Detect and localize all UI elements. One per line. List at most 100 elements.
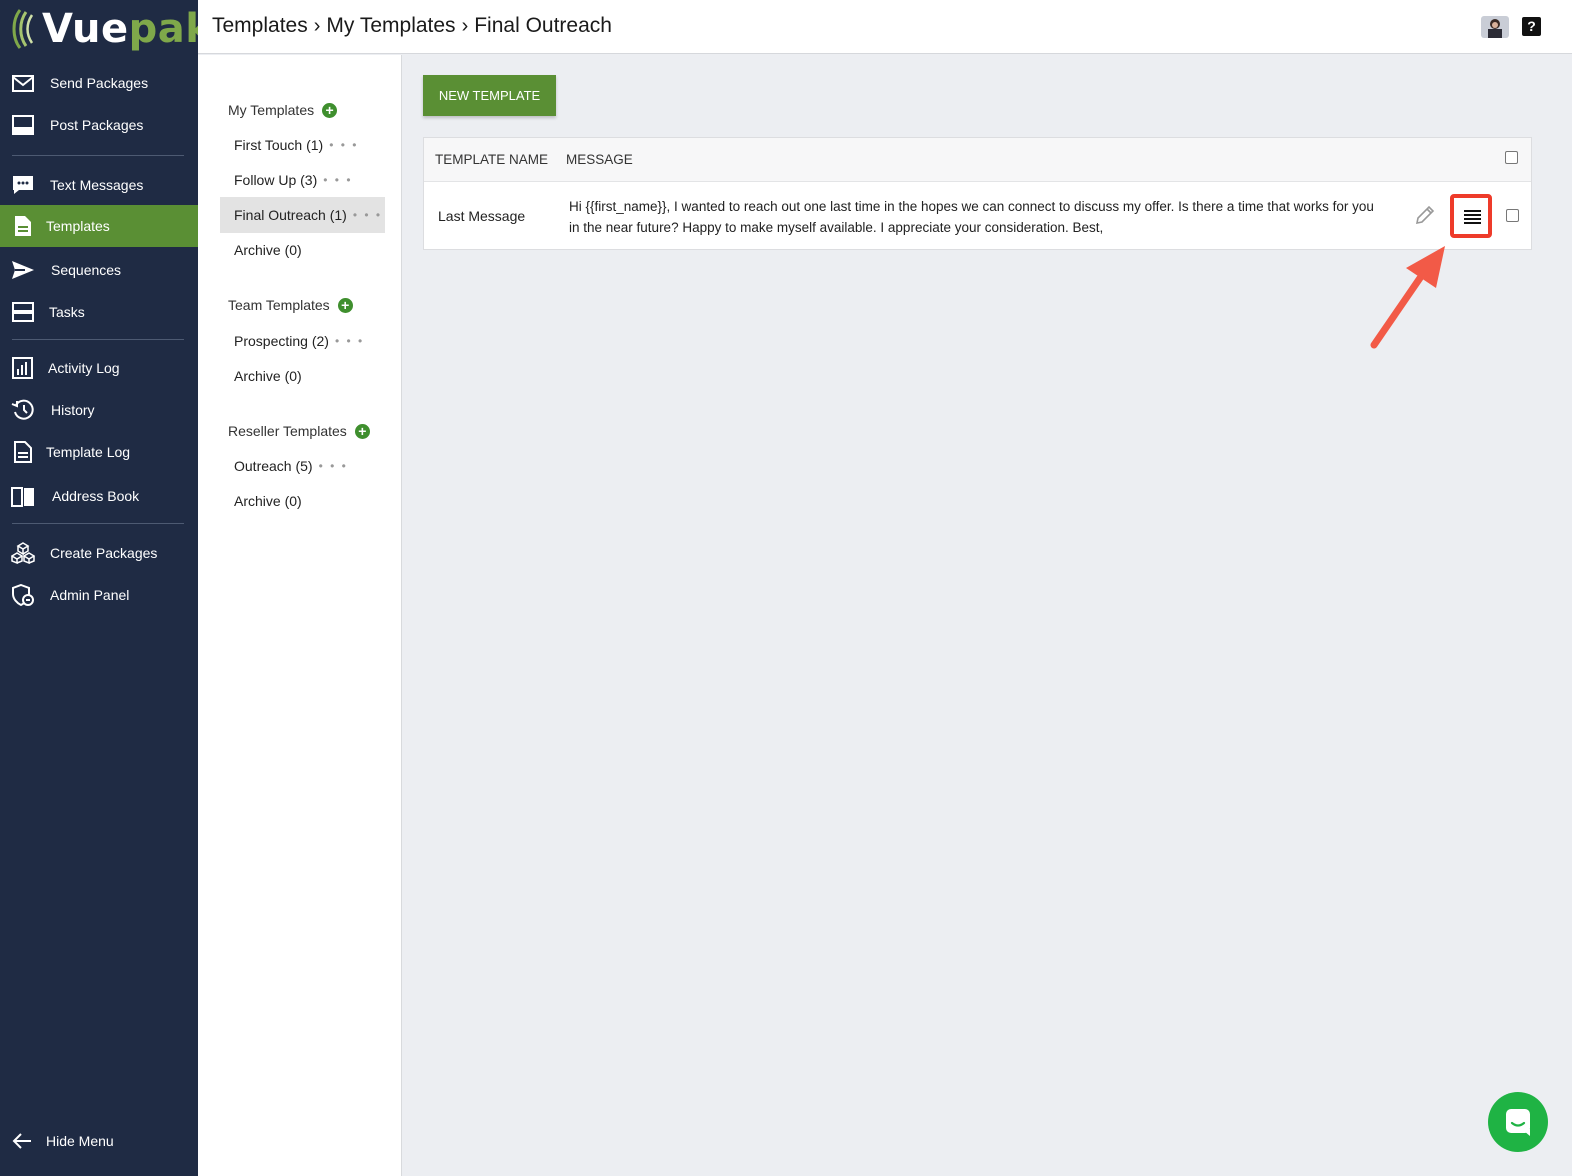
nav-label: History [51, 402, 95, 418]
nav-label: Admin Panel [50, 587, 130, 603]
nav-label: Sequences [51, 262, 122, 278]
folder-prospecting[interactable]: Prospecting (2) • • • [220, 323, 385, 359]
breadcrumb-templates[interactable]: Templates [212, 14, 308, 38]
mail-icon [12, 75, 34, 92]
help-icon[interactable]: ? [1522, 17, 1541, 36]
folder-final-outreach[interactable]: Final Outreach (1) • • • [220, 197, 385, 233]
inbox-icon [12, 115, 34, 135]
nav-label: Address Book [52, 488, 140, 504]
chat-icon [1506, 1109, 1530, 1136]
nav-label: Text Messages [50, 177, 144, 193]
hide-menu-label: Hide Menu [46, 1133, 114, 1149]
document-icon [15, 216, 31, 236]
add-folder-icon[interactable]: + [354, 423, 370, 439]
nav-template-log[interactable]: Template Log [0, 431, 198, 473]
nav-post-packages[interactable]: Post Packages [0, 104, 198, 146]
top-header: Templates › My Templates › Final Outreac… [198, 0, 1572, 54]
folder-archive[interactable]: Archive (0) [220, 358, 385, 394]
book-icon [11, 487, 34, 507]
reseller-templates-group: Reseller Templates + [228, 423, 370, 439]
chat-icon [13, 176, 33, 194]
nav-label: Tasks [49, 304, 85, 320]
folder-follow-up[interactable]: Follow Up (3) • • • [220, 162, 385, 198]
nav-divider [12, 155, 184, 156]
admin-icon [12, 584, 34, 606]
group-title: My Templates [228, 102, 315, 118]
more-options-icon[interactable]: • • • [335, 334, 364, 348]
nav-divider [12, 523, 184, 524]
history-icon [11, 399, 34, 420]
arrow-left-icon [12, 1133, 31, 1149]
hamburger-menu-icon[interactable] [1450, 194, 1492, 238]
more-options-icon[interactable]: • • • [329, 138, 358, 152]
nav-label: Send Packages [50, 75, 149, 91]
folder-archive[interactable]: Archive (0) [220, 483, 385, 519]
nav-send-packages[interactable]: Send Packages [0, 62, 198, 104]
nav-label: Activity Log [48, 360, 120, 376]
logo-text-vue: Vue [42, 6, 129, 52]
nav-address-book[interactable]: Address Book [0, 475, 198, 517]
nav-admin-panel[interactable]: Admin Panel [0, 574, 198, 616]
my-templates-group: My Templates + [228, 102, 338, 118]
folder-first-touch[interactable]: First Touch (1) • • • [220, 127, 385, 163]
nav-text-messages[interactable]: Text Messages [0, 164, 198, 206]
folder-label: Prospecting (2) [234, 333, 329, 349]
add-folder-icon[interactable]: + [337, 297, 353, 313]
team-templates-group: Team Templates + [228, 297, 353, 313]
column-template-name[interactable]: TEMPLATE NAME [435, 152, 548, 167]
breadcrumb-final-outreach: Final Outreach [474, 14, 612, 37]
breadcrumb-chevron-icon: › [461, 14, 469, 37]
column-message[interactable]: MESSAGE [566, 152, 633, 167]
chat-launcher-button[interactable] [1488, 1092, 1548, 1152]
chart-icon [12, 357, 33, 379]
document-icon [14, 441, 32, 463]
nav-label: Post Packages [50, 117, 144, 133]
user-avatar[interactable] [1481, 16, 1509, 38]
template-message-cell: Hi {{first_name}}, I wanted to reach out… [569, 199, 1374, 235]
breadcrumb-my-templates[interactable]: My Templates [326, 14, 455, 38]
folder-label: Archive (0) [234, 368, 302, 384]
logo-swoosh-icon [12, 9, 34, 49]
template-name-cell: Last Message [438, 208, 526, 224]
table-header: TEMPLATE NAME MESSAGE [424, 138, 1531, 182]
folder-label: Follow Up (3) [234, 172, 318, 188]
new-template-button[interactable]: NEW TEMPLATE [423, 75, 556, 116]
nav-create-packages[interactable]: Create Packages [0, 532, 198, 574]
folder-label: Archive (0) [234, 493, 302, 509]
breadcrumb: Templates › My Templates › Final Outreac… [212, 14, 612, 38]
select-all-checkbox[interactable] [1505, 151, 1518, 164]
add-folder-icon[interactable]: + [322, 102, 338, 118]
template-folders-panel: My Templates + First Touch (1) • • • Foll… [198, 55, 402, 1176]
pencil-icon[interactable] [1414, 204, 1436, 226]
folder-archive[interactable]: Archive (0) [220, 232, 385, 268]
folder-outreach[interactable]: Outreach (5) • • • [220, 448, 385, 484]
folder-label: Archive (0) [234, 242, 302, 258]
nav-history[interactable]: History [0, 389, 198, 431]
more-options-icon[interactable]: • • • [353, 208, 382, 222]
folder-label: Outreach (5) [234, 458, 313, 474]
sidebar: Vuepak Send Packages Post Packages Text … [0, 0, 212, 1176]
nav-templates[interactable]: Templates [0, 205, 198, 247]
annotation-arrow-icon [1370, 246, 1445, 349]
cubes-icon [11, 542, 35, 564]
hide-menu-button[interactable]: Hide Menu [0, 1120, 198, 1162]
nav-sequences[interactable]: Sequences [0, 249, 198, 291]
nav-label: Templates [46, 218, 110, 234]
more-options-icon[interactable]: • • • [319, 459, 348, 473]
nav-tasks[interactable]: Tasks [0, 291, 198, 333]
breadcrumb-chevron-icon: › [313, 14, 321, 37]
nav-activity-log[interactable]: Activity Log [0, 347, 198, 389]
folder-label: First Touch (1) [234, 137, 324, 153]
more-options-icon[interactable]: • • • [323, 173, 352, 187]
row-select-checkbox[interactable] [1506, 209, 1519, 222]
nav-divider [12, 339, 184, 340]
group-title: Team Templates [228, 297, 330, 313]
folder-label: Final Outreach (1) [234, 207, 347, 223]
send-icon [12, 261, 34, 279]
vuepak-logo[interactable]: Vuepak [10, 6, 212, 52]
group-title: Reseller Templates [228, 423, 347, 439]
tasks-icon [12, 302, 34, 322]
nav-label: Create Packages [50, 545, 158, 561]
templates-table: TEMPLATE NAME MESSAGE Last Message Hi {{… [423, 137, 1532, 250]
nav-label: Template Log [46, 444, 131, 460]
